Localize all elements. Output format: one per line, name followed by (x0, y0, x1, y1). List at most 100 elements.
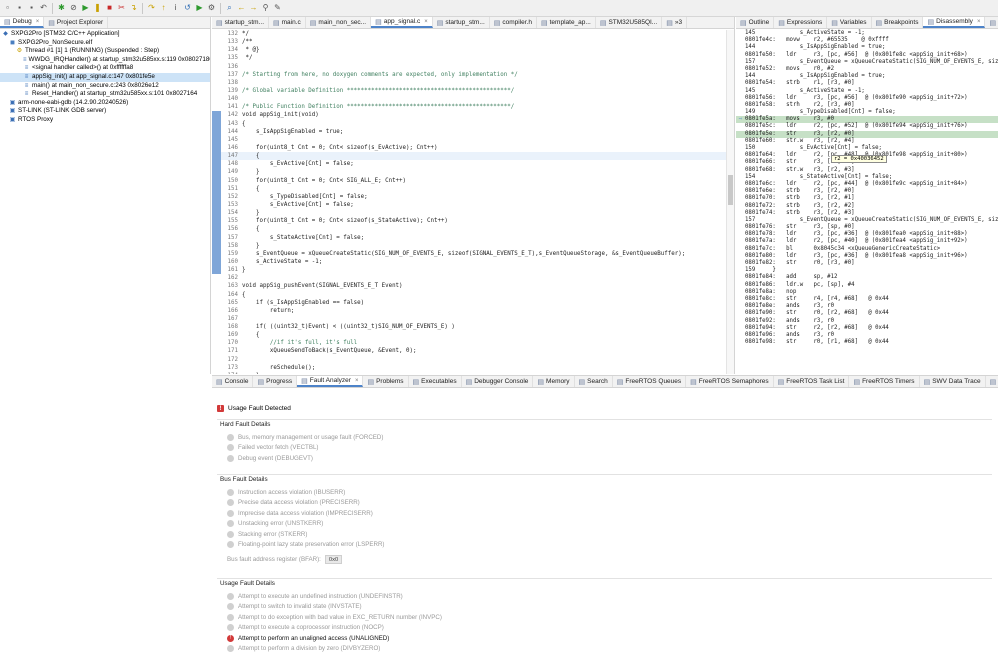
bottom-tab[interactable]: ▤ Problems (363, 376, 409, 387)
disassembly-line[interactable]: 159 } (736, 267, 998, 274)
line-margin[interactable] (212, 307, 221, 315)
line-margin[interactable] (212, 87, 221, 95)
code-line[interactable]: 134 * @} (212, 46, 726, 54)
code-line[interactable]: 159 s_EventQueue = xQueueCreateStatic(SI… (212, 249, 726, 258)
disassembly-line[interactable]: 0801fe8a: nop (736, 289, 998, 296)
line-margin[interactable] (212, 209, 221, 218)
editor-tab[interactable]: ▤ STM32U585QI... (596, 17, 663, 28)
code-line[interactable]: 141 /* Public Function Definition *******… (212, 103, 726, 111)
code-line[interactable]: 136 (212, 63, 726, 71)
disassembly-line[interactable]: 0801fe86: ldr.w pc, [sp], #4 (736, 282, 998, 289)
code-line[interactable]: 157 s_StateActive[Cnt] = false; (212, 233, 726, 242)
line-margin[interactable] (212, 95, 221, 103)
suspend-icon[interactable]: ❚ (92, 3, 103, 14)
step-return-icon[interactable]: ↑ (158, 3, 169, 14)
editor-tab[interactable]: ▤ main.c (269, 17, 306, 28)
debug-tree-node[interactable]: ◼ SXPG2Pro_NonSecure.elf (0, 39, 210, 48)
disassembly-line[interactable]: ⇨ 0801fe5a: movs r3, #0 (736, 116, 998, 124)
resume-icon[interactable]: ▶ (80, 3, 91, 14)
code-line[interactable]: 174 } (212, 372, 726, 374)
disassembly-line[interactable]: 0801fe84: add sp, #12 (736, 274, 998, 281)
line-margin[interactable] (212, 225, 221, 234)
back-icon[interactable]: ← (236, 3, 247, 14)
disasm-tab[interactable]: ▤ Variables (827, 17, 872, 28)
disassembly-line[interactable]: 0801fe8e: ands r3, r0 (736, 303, 998, 310)
close-icon[interactable]: × (424, 19, 428, 25)
line-margin[interactable] (212, 331, 221, 339)
disassembly-line[interactable]: 0801fe56: ldr r3, [pc, #56] @ (0x801fe90… (736, 95, 998, 102)
code-area[interactable]: 132 */133/** 134 * @} 135 */136 137/* Starti… (212, 30, 726, 374)
editor-tab[interactable]: ▤ startup_stm... (433, 17, 490, 28)
disassembly-line[interactable]: 0801fe72: strb r3, [r2, #2] (736, 203, 998, 210)
line-margin[interactable] (212, 135, 221, 144)
disassembly-line[interactable]: 144 s_IsAppSigEnabled = true; (736, 73, 998, 80)
debug-tab[interactable]: ▤ Debug × (0, 17, 45, 28)
debug-tab[interactable]: ▤ Project Explorer (44, 17, 109, 28)
disassembly-line[interactable]: 0801fe58: strh r2, [r3, #0] (736, 102, 998, 109)
bottom-tab[interactable]: ▤ Executables (409, 376, 462, 387)
disassembly-line[interactable]: 0801fe70: strb r3, [r2, #1] (736, 195, 998, 202)
debug-tree-node[interactable]: ▣ arm-none-eabi-gdb (14.2.90.20240526) (0, 99, 210, 108)
bottom-tab[interactable]: ▤Build Analyzer (986, 376, 998, 387)
line-margin[interactable] (212, 143, 221, 153)
code-line[interactable]: 142 void appSig_init(void) (212, 111, 726, 120)
editor-tab[interactable]: ▤ template_ap... (537, 17, 596, 28)
debug-tree-node[interactable]: ≡ WWDG_IRQHandler() at startup_stm32u585x… (0, 56, 210, 65)
debug-icon[interactable]: ✱ (56, 3, 67, 14)
code-line[interactable]: 140 (212, 95, 726, 103)
line-margin[interactable] (212, 323, 221, 331)
disassembly-listing[interactable]: 145 s_ActiveState = -1; 0801fe4c: movw r2… (736, 30, 998, 374)
bottom-tab[interactable]: ▤ Search (575, 376, 613, 387)
disassembly-line[interactable]: 0801fe6c: ldr r2, [pc, #44] @ (0x801fe9c… (736, 181, 998, 188)
code-line[interactable]: 171 xQueueSendToBack(s_EventQueue, &Even… (212, 347, 726, 355)
line-margin[interactable] (212, 127, 221, 136)
line-margin[interactable] (212, 152, 221, 161)
disassembly-line[interactable]: 0801fe54: strb r1, [r3, #0] (736, 80, 998, 87)
disassembly-line[interactable]: 150 s_EvActive[Cnt] = false; (736, 145, 998, 152)
disassembly-line[interactable]: 0801fe74: strb r3, [r2, #3] (736, 210, 998, 217)
bottom-tab[interactable]: ▤ Console (212, 376, 254, 387)
disassembly-line[interactable]: 0801fe5c: ldr r2, [pc, #52] @ (0x801fe94… (736, 123, 998, 130)
disasm-tab[interactable]: ▤ Expressions (774, 17, 828, 28)
disasm-tab[interactable]: ▤ Disassembly × (923, 17, 986, 28)
bottom-tab[interactable]: ▤ FreeRTOS Timers (849, 376, 920, 387)
line-margin[interactable] (212, 79, 221, 87)
instruction-step-icon[interactable]: i (170, 3, 181, 14)
disassembly-line[interactable]: 0801fe50: ldr r3, [pc, #56] @ (0x801fe8c… (736, 52, 998, 59)
line-margin[interactable] (212, 356, 221, 364)
code-line[interactable]: 139 /* Global variable Definition *******… (212, 87, 726, 95)
line-margin[interactable] (212, 46, 221, 54)
reset-icon[interactable]: ↺ (182, 3, 193, 14)
step-over-icon[interactable]: ↷ (146, 3, 157, 14)
code-line[interactable]: 154 } (212, 209, 726, 218)
disassembly-line[interactable]: 0801fe7a: ldr r2, [pc, #40] @ (0x801fea4… (736, 238, 998, 245)
code-line[interactable]: 152 s_TypeDisabled[Cnt] = false; (212, 192, 726, 201)
code-line[interactable]: 133 /** (212, 38, 726, 46)
line-margin[interactable] (212, 184, 221, 193)
line-margin[interactable] (212, 63, 221, 71)
disassembly-line[interactable]: 0801fe98: str r0, [r1, #68] @ 0x44 (736, 339, 998, 346)
disconnect-icon[interactable]: ✂ (116, 3, 127, 14)
line-margin[interactable] (212, 372, 221, 374)
code-line[interactable]: 164 { (212, 291, 726, 299)
disasm-tab[interactable]: ▤ Breakpoints (872, 17, 924, 28)
line-margin[interactable] (212, 274, 221, 282)
debug-tree-node[interactable]: ≡ <signal handler called>() at 0xffffffa8 (0, 64, 210, 73)
code-line[interactable]: 138 (212, 79, 726, 87)
line-margin[interactable] (212, 54, 221, 62)
code-line[interactable]: 147 { (212, 152, 726, 161)
editor-tab[interactable]: ▤ main_non_sec... (306, 17, 372, 28)
debug-tree-node[interactable]: ▣ RTOS Proxy (0, 116, 210, 125)
code-line[interactable]: 173 reSchedule(); (212, 364, 726, 372)
line-margin[interactable] (212, 315, 221, 323)
forward-icon[interactable]: → (248, 3, 259, 14)
code-line[interactable]: 165 if (s_IsAppSigEnabled == false) (212, 299, 726, 307)
save-all-icon[interactable]: ▪ (26, 3, 37, 14)
line-margin[interactable] (212, 339, 221, 347)
code-line[interactable]: 168 if( ((uint32_t)Event) < ((uint32_t)S… (212, 323, 726, 331)
line-margin[interactable] (212, 160, 221, 169)
debug-tree-node[interactable]: ≡ Reset_Handler() at startup_stm32u585xx.… (0, 90, 210, 99)
line-margin[interactable] (212, 200, 221, 210)
line-margin[interactable] (212, 71, 221, 79)
run-icon[interactable]: ▶ (194, 3, 205, 14)
